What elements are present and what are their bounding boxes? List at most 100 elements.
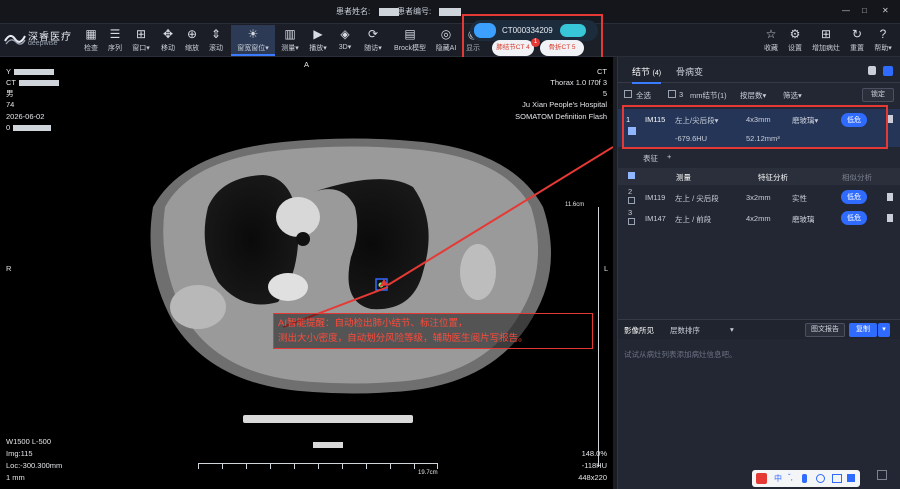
- microphone-icon[interactable]: [802, 474, 807, 483]
- nodule-type: 磨玻璃: [792, 215, 815, 224]
- play-icon: ▶: [313, 27, 323, 41]
- overlay-age: 74: [6, 100, 15, 109]
- feature-row: 表征 +: [618, 151, 900, 165]
- filter-dropdown[interactable]: 筛选▾: [783, 90, 802, 101]
- tool-brock-model[interactable]: ▤ Brock模型: [392, 25, 428, 56]
- window-level-icon: ☀: [247, 27, 259, 41]
- shield-icon[interactable]: [868, 66, 876, 75]
- nodule-risk-badge[interactable]: 低危: [841, 211, 867, 225]
- tab-feature-analysis[interactable]: 特征分析: [758, 172, 788, 183]
- analysis-checkbox[interactable]: [628, 172, 635, 179]
- tool-settings[interactable]: ⚙ 设置: [784, 25, 806, 56]
- feature-label: 表征: [643, 154, 658, 163]
- skin-icon[interactable]: [847, 474, 855, 482]
- size-filter-label: mm结节(1): [690, 91, 727, 100]
- tool-window-level[interactable]: ☀ 窗宽窗位▾: [231, 25, 275, 56]
- maximize-button[interactable]: □: [862, 6, 867, 15]
- callout-line-2: 测出大小/密度，自动划分风险等级，辅助医生阅片写报告。: [278, 333, 528, 344]
- emoji-icon[interactable]: [816, 474, 825, 483]
- vertical-scale: [598, 207, 599, 467]
- close-button[interactable]: ✕: [882, 6, 889, 15]
- select-all-label: 全选: [636, 91, 651, 100]
- overlay-patient-name: Y: [6, 67, 55, 77]
- tool-add-lesion[interactable]: ⊞ 增加病灶: [808, 25, 844, 56]
- tab-similar-analysis[interactable]: 相似分析: [842, 172, 872, 183]
- report-button[interactable]: 图文报告: [805, 323, 845, 337]
- nodule-panel: 结节 (4) 骨病变 全选 3 mm结节(1) 按层数▾ 筛选▾ 锁定 1 IM…: [617, 57, 900, 489]
- redacted-id: [439, 8, 461, 16]
- ct-viewport[interactable]: A L CT Thorax 1.0 I70f 3 5 Ju Xian Peopl…: [93, 57, 613, 489]
- ai-tab-lung-nodule[interactable]: 肺结节CT 4: [492, 40, 534, 56]
- copy-menu-chevron-icon[interactable]: ▾: [878, 323, 890, 337]
- help-icon: ?: [879, 27, 887, 41]
- size-filter-value[interactable]: 3: [679, 90, 683, 99]
- keyboard-icon[interactable]: [832, 474, 842, 483]
- select-all-checkbox[interactable]: [624, 90, 632, 98]
- findings-placeholder: 试试从病灶列表添加病灶信息吧。: [624, 350, 737, 359]
- ai-tab-fracture[interactable]: 骨折CT 5: [540, 40, 584, 56]
- tool-zoom[interactable]: ⊕ 缩放: [181, 25, 203, 56]
- tool-followup[interactable]: ⟳ 随访▾: [360, 25, 386, 56]
- copy-button[interactable]: 复制: [849, 323, 877, 337]
- tool-window[interactable]: ⊞ 窗口▾: [128, 25, 154, 56]
- orientation-anterior: A: [304, 60, 310, 69]
- nodule-risk-badge[interactable]: 低危: [841, 190, 867, 204]
- lock-button[interactable]: 锁定: [862, 88, 894, 102]
- sogou-icon[interactable]: [756, 473, 767, 484]
- tool-exam[interactable]: ▦ 检查: [80, 25, 102, 56]
- add-icon: ⊞: [820, 27, 832, 41]
- orientation-left: L: [604, 264, 609, 273]
- tab-nodule[interactable]: 结节 (4): [632, 65, 662, 84]
- tool-series[interactable]: ☰ 序列: [104, 25, 126, 56]
- chevron-down-icon[interactable]: ▾: [730, 325, 734, 334]
- size-filter-checkbox[interactable]: [668, 90, 676, 98]
- tool-favorite[interactable]: ☆ 收藏: [760, 25, 782, 56]
- scale-bottom-label: 19.7cm: [418, 470, 438, 476]
- ime-status-tray: 中 ˇ,: [752, 470, 860, 487]
- followup-icon: ⟳: [367, 27, 379, 41]
- tool-reset[interactable]: ↻ 重置: [846, 25, 868, 56]
- minimize-button[interactable]: —: [842, 6, 850, 15]
- overlay-series-num: 5: [602, 89, 607, 98]
- tool-hide-ai[interactable]: ◎ 隐藏AI: [432, 25, 460, 56]
- redacted-name: [379, 8, 399, 16]
- tool-measure[interactable]: ▥ 测量▾: [278, 25, 302, 56]
- nodule-row-3[interactable]: 3 IM147 左上 / 前段 4x2mm 磨玻璃 低危: [618, 208, 900, 228]
- nodule-filter-row: 全选 3 mm结节(1) 按层数▾ 筛选▾ 锁定: [618, 87, 900, 103]
- layer-sort-dropdown[interactable]: 层数排序: [670, 325, 700, 336]
- overlay-hu: -118HU: [581, 461, 607, 470]
- panel-tabs: 结节 (4) 骨病变: [618, 57, 900, 84]
- trash-icon[interactable]: [887, 193, 893, 201]
- trash-icon[interactable]: [887, 214, 893, 222]
- ai-toggle-icon[interactable]: [560, 24, 586, 37]
- tool-scroll[interactable]: ⇕ 滚动: [205, 25, 227, 56]
- fullscreen-icon[interactable]: [877, 470, 887, 480]
- gear-icon: ⚙: [789, 27, 801, 41]
- nodule-checkbox[interactable]: [628, 218, 635, 225]
- panel-settings-icon[interactable]: [883, 66, 893, 76]
- ime-punct-icon[interactable]: ˇ,: [788, 473, 793, 482]
- feature-add-button[interactable]: +: [667, 152, 671, 161]
- nodule-row-2[interactable]: 2 IM119 左上 / 尖后段 3x2mm 实性 低危: [618, 187, 900, 207]
- nodule-size: 3x2mm: [746, 193, 771, 202]
- overlay-series: Thorax 1.0 I70f 3: [550, 78, 607, 87]
- nodule-checkbox[interactable]: [628, 197, 635, 204]
- tool-help[interactable]: ? 帮助▾: [870, 25, 896, 56]
- sort-dropdown[interactable]: 按层数▾: [740, 90, 766, 101]
- tool-move[interactable]: ✥ 移动: [157, 25, 179, 56]
- tab-bone-lesion[interactable]: 骨病变: [676, 65, 703, 78]
- grid-icon: ▦: [85, 27, 97, 41]
- nodule-size: 4x2mm: [746, 214, 771, 223]
- list-icon: ☰: [109, 27, 121, 41]
- 3d-icon: ◈: [340, 27, 350, 41]
- findings-body[interactable]: 试试从病灶列表添加病灶信息吧。: [618, 347, 900, 361]
- tab-measure[interactable]: 测量: [676, 172, 691, 183]
- patient-id-label: 患者编号:: [397, 7, 432, 16]
- ime-chinese-icon[interactable]: 中: [774, 473, 782, 484]
- logo-wave-icon: [4, 35, 26, 45]
- findings-header: 影像所见 层数排序 ▾ 图文报告 复制 ▾: [618, 319, 900, 339]
- tool-3d[interactable]: ◈ 3D▾: [334, 25, 356, 56]
- overlay-matrix: 448x220: [578, 473, 607, 482]
- overlay-zoom: 148.0%: [581, 449, 607, 458]
- tool-play[interactable]: ▶ 播放▾: [306, 25, 330, 56]
